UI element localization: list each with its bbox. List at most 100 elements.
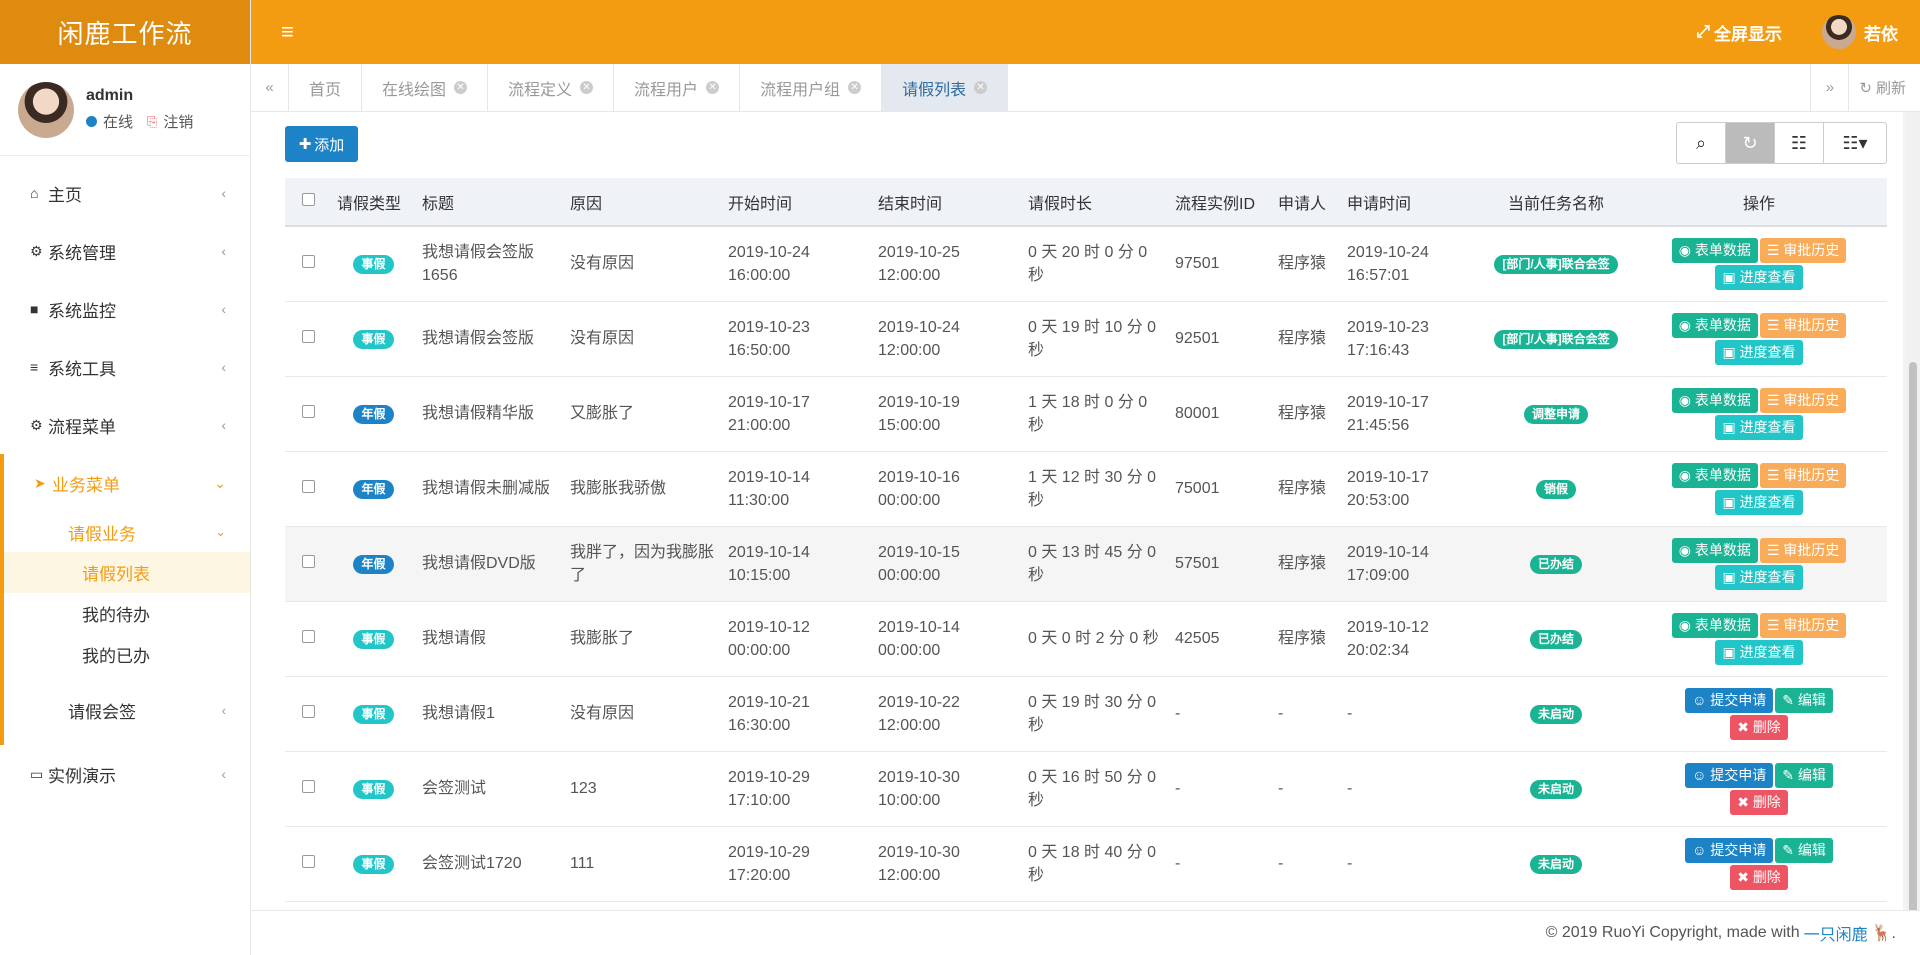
column-header[interactable]: 申请时间 xyxy=(1341,178,1481,227)
column-header[interactable]: 开始时间 xyxy=(722,178,872,227)
sidebar-leaf-my-done[interactable]: 我的已办 xyxy=(4,634,250,675)
approval-history-button[interactable]: ☰ 审批历史 xyxy=(1759,387,1847,413)
edit-button[interactable]: ✎ 编辑 xyxy=(1775,837,1833,863)
sidebar-leaf-leave-list[interactable]: 请假列表 xyxy=(4,552,250,593)
footer-author-link[interactable]: 一只闲鹿 xyxy=(1804,921,1868,945)
tab-home[interactable]: 首页 xyxy=(289,64,363,111)
sidebar-item-system[interactable]: ⚙ 系统管理 ‹ xyxy=(0,222,250,280)
progress-view-button[interactable]: ▣ 进度查看 xyxy=(1715,414,1803,440)
sidebar-item-monitor[interactable]: ■ 系统监控 ‹ xyxy=(0,280,250,338)
edit-button[interactable]: ✎ 编辑 xyxy=(1775,762,1833,788)
progress-view-button[interactable]: ▣ 进度查看 xyxy=(1715,339,1803,365)
close-icon[interactable]: ✕ xyxy=(454,81,468,94)
form-data-button[interactable]: ◉ 表单数据 xyxy=(1671,462,1758,488)
brand-logo[interactable]: 闲鹿工作流 xyxy=(0,0,250,64)
approval-history-button[interactable]: ☰ 审批历史 xyxy=(1759,312,1847,338)
table-row[interactable]: 事假 我想请假会签版1656 没有原因 2019-10-24 16:00:00 … xyxy=(285,226,1887,302)
delete-button[interactable]: ✖ 删除 xyxy=(1730,789,1788,815)
refresh-button[interactable]: ↻ 刷新 xyxy=(1848,64,1920,111)
row-checkbox[interactable] xyxy=(301,330,315,343)
search-toggle-button[interactable]: ⌕ xyxy=(1677,123,1726,163)
row-checkbox[interactable] xyxy=(301,480,315,493)
sign-out-icon[interactable]: ⎘ xyxy=(147,114,157,130)
close-icon[interactable]: ✕ xyxy=(848,81,862,94)
form-data-button[interactable]: ◉ 表单数据 xyxy=(1671,612,1758,638)
close-icon[interactable]: ✕ xyxy=(974,81,988,94)
progress-view-button[interactable]: ▣ 进度查看 xyxy=(1715,489,1803,515)
cell-title: 我想请假1 xyxy=(416,676,564,752)
logout-link[interactable]: 注销 xyxy=(163,111,193,132)
fullscreen-button[interactable]: ⤢ 全屏显示 xyxy=(1696,20,1782,45)
add-button[interactable]: ✚ 添加 xyxy=(285,126,358,162)
submit-application-button[interactable]: ☺ 提交申请 xyxy=(1685,837,1774,863)
sidebar-item-label: 实例演示 xyxy=(48,766,116,786)
tab-process-user-groups[interactable]: 流程用户组 ✕ xyxy=(740,64,883,111)
sidebar-item-demo[interactable]: ▭ 实例演示 ‹ xyxy=(0,745,250,803)
tab-leave-list[interactable]: 请假列表 ✕ xyxy=(882,64,1009,111)
column-header[interactable]: 当前任务名称 xyxy=(1481,178,1631,227)
sidebar-item-tools[interactable]: ≡ 系统工具 ‹ xyxy=(0,338,250,396)
form-data-button[interactable]: ◉ 表单数据 xyxy=(1671,537,1758,563)
column-header[interactable]: 结束时间 xyxy=(872,178,1022,227)
close-icon[interactable]: ✕ xyxy=(580,81,594,94)
row-checkbox[interactable] xyxy=(301,780,315,793)
table-row[interactable]: 事假 会签测试 123 2019-10-29 17:10:00 2019-10-… xyxy=(285,751,1887,827)
avatar[interactable] xyxy=(18,81,74,138)
menu-toggle-icon[interactable]: ≡ xyxy=(281,19,294,45)
user-menu[interactable]: 若依 xyxy=(1822,15,1898,49)
scrollbar-thumb[interactable] xyxy=(1909,362,1917,955)
column-header[interactable]: 申请人 xyxy=(1272,178,1341,227)
row-checkbox[interactable] xyxy=(301,705,315,718)
edit-button[interactable]: ✎ 编辑 xyxy=(1775,687,1833,713)
row-checkbox[interactable] xyxy=(301,855,315,868)
table-row[interactable]: 年假 我想请假DVD版 我胖了，因为我膨胀了 2019-10-14 10:15:… xyxy=(285,526,1887,602)
approval-history-button[interactable]: ☰ 审批历史 xyxy=(1759,237,1847,263)
column-header[interactable]: 原因 xyxy=(564,178,722,227)
columns-dropdown-button[interactable]: ☷▾ xyxy=(1824,123,1886,163)
row-checkbox[interactable] xyxy=(301,255,315,269)
delete-button[interactable]: ✖ 删除 xyxy=(1730,714,1788,740)
column-header[interactable]: 请假类型 xyxy=(331,178,416,227)
approval-history-button[interactable]: ☰ 审批历史 xyxy=(1759,462,1847,488)
approval-history-button[interactable]: ☰ 审批历史 xyxy=(1759,537,1847,563)
progress-view-button[interactable]: ▣ 进度查看 xyxy=(1715,639,1803,665)
row-checkbox[interactable] xyxy=(301,405,315,418)
sidebar-subitem-leave[interactable]: 请假业务 ⌄ xyxy=(4,512,250,552)
toggle-view-button[interactable]: ☷ xyxy=(1775,123,1824,163)
form-data-button[interactable]: ◉ 表单数据 xyxy=(1671,312,1758,338)
table-row[interactable]: 年假 我想请假未删减版 我膨胀我骄傲 2019-10-14 11:30:00 2… xyxy=(285,451,1887,527)
column-header[interactable]: 请假时长 xyxy=(1022,178,1169,227)
sidebar-item-business[interactable]: ➤ 业务菜单 ⌄ xyxy=(4,454,250,512)
form-data-button[interactable]: ◉ 表单数据 xyxy=(1671,237,1758,263)
progress-view-button[interactable]: ▣ 进度查看 xyxy=(1715,564,1803,590)
progress-view-button[interactable]: ▣ 进度查看 xyxy=(1715,264,1803,290)
row-checkbox[interactable] xyxy=(301,630,315,643)
table-row[interactable]: 事假 会签测试1720 111 2019-10-29 17:20:00 2019… xyxy=(285,826,1887,902)
cell-duration: 0 天 0 时 2 分 0 秒 xyxy=(1022,601,1169,677)
tab-online-drawing[interactable]: 在线绘图 ✕ xyxy=(362,64,489,111)
delete-button[interactable]: ✖ 删除 xyxy=(1730,864,1788,890)
column-header[interactable]: 标题 xyxy=(416,178,564,227)
page-scrollbar[interactable] xyxy=(1906,112,1920,955)
sidebar-leaf-my-todo[interactable]: 我的待办 xyxy=(4,593,250,634)
tab-process-users[interactable]: 流程用户 ✕ xyxy=(614,64,741,111)
submit-application-button[interactable]: ☺ 提交申请 xyxy=(1685,762,1774,788)
approval-history-button[interactable]: ☰ 审批历史 xyxy=(1759,612,1847,638)
tabs-scroll-left-button[interactable]: « xyxy=(251,64,289,111)
close-icon[interactable]: ✕ xyxy=(706,81,720,94)
form-data-button[interactable]: ◉ 表单数据 xyxy=(1671,387,1758,413)
row-checkbox[interactable] xyxy=(301,555,315,568)
select-all-checkbox[interactable] xyxy=(301,192,315,206)
tabs-scroll-right-button[interactable]: » xyxy=(1810,64,1848,111)
submit-application-button[interactable]: ☺ 提交申请 xyxy=(1685,687,1774,713)
sidebar-subitem-countersign[interactable]: 请假会签 ‹ xyxy=(4,675,250,745)
sidebar-item-flow[interactable]: ⚙ 流程菜单 ‹ xyxy=(0,396,250,454)
table-row[interactable]: 事假 我想请假 我膨胀了 2019-10-12 00:00:00 2019-10… xyxy=(285,601,1887,677)
tab-process-definition[interactable]: 流程定义 ✕ xyxy=(488,64,615,111)
table-refresh-button[interactable]: ↻ xyxy=(1726,123,1775,163)
table-row[interactable]: 事假 我想请假1 没有原因 2019-10-21 16:30:00 2019-1… xyxy=(285,676,1887,752)
sidebar-item-home[interactable]: ⌂ 主页 ‹ xyxy=(0,164,250,222)
column-header[interactable]: 流程实例ID xyxy=(1169,178,1272,227)
table-row[interactable]: 年假 我想请假精华版 又膨胀了 2019-10-17 21:00:00 2019… xyxy=(285,376,1887,452)
table-row[interactable]: 事假 我想请假会签版 没有原因 2019-10-23 16:50:00 2019… xyxy=(285,301,1887,377)
